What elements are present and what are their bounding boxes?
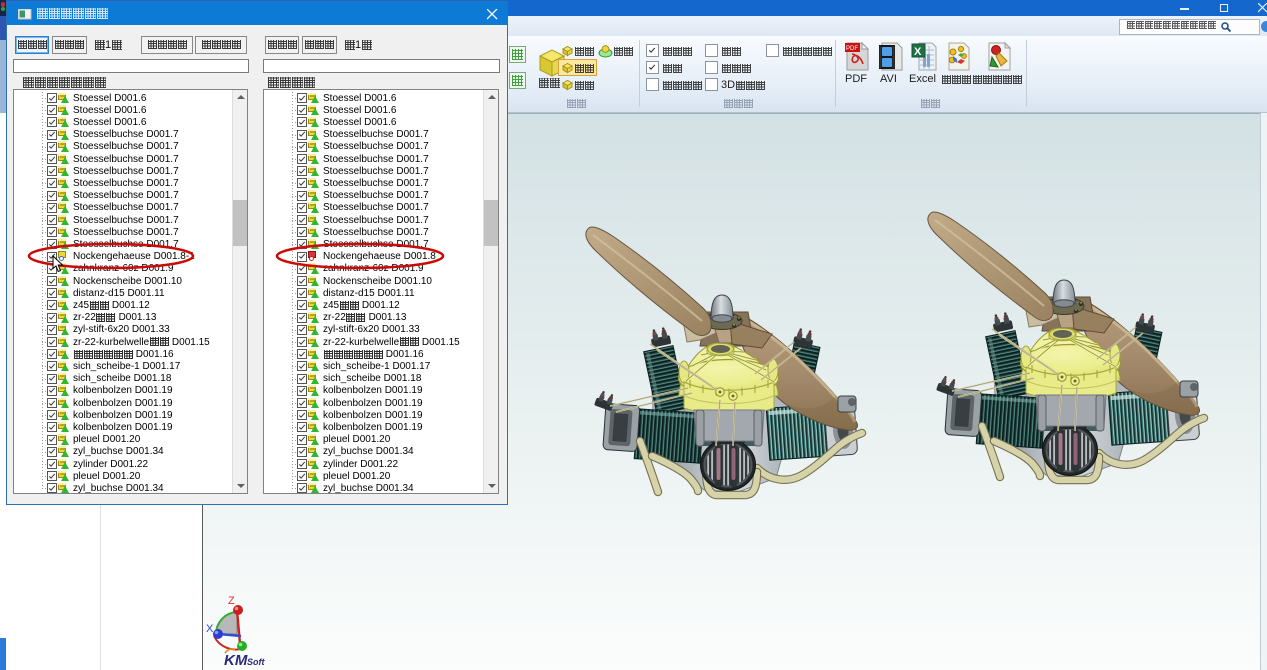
- svg-text:Z: Z: [228, 595, 235, 607]
- svg-text:X: X: [914, 46, 922, 58]
- svg-text:X: X: [206, 623, 214, 635]
- svg-text:PDF: PDF: [846, 46, 858, 52]
- svg-text:KM: KM: [224, 652, 248, 669]
- svg-text:Soft: Soft: [247, 657, 265, 667]
